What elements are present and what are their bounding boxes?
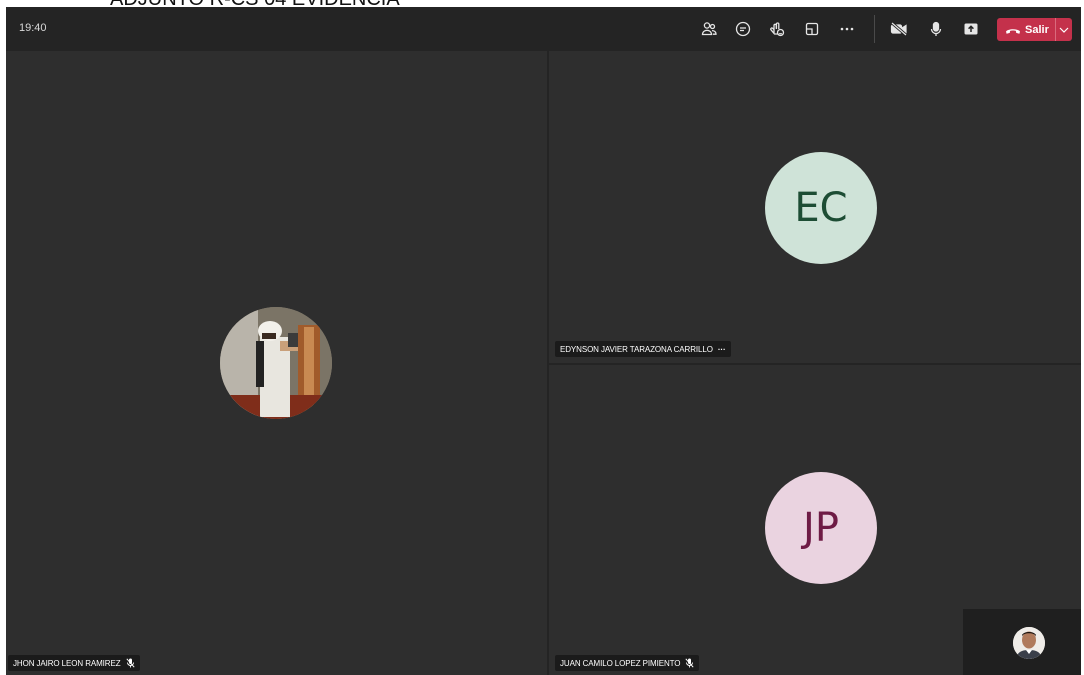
participant-nameplate: EDYNSON JAVIER TARAZONA CARRILLO ··· bbox=[555, 341, 731, 357]
chevron-down-icon bbox=[1059, 27, 1069, 33]
avatar-initials: EC bbox=[794, 185, 848, 231]
participants-icon[interactable] bbox=[698, 18, 720, 40]
more-options-icon[interactable] bbox=[836, 18, 858, 40]
self-view-tile[interactable] bbox=[963, 609, 1081, 675]
reactions-icon[interactable] bbox=[766, 18, 788, 40]
meeting-clock: 19:40 bbox=[19, 22, 47, 34]
participant-photo-avatar bbox=[220, 307, 332, 419]
participant-nameplate: JUAN CAMILO LOPEZ PIMIENTO bbox=[555, 655, 700, 671]
toolbar-divider bbox=[874, 15, 875, 43]
avatar-initials: JP bbox=[803, 505, 839, 551]
more-options-icon[interactable]: ··· bbox=[718, 345, 726, 354]
phone-icon bbox=[1006, 28, 1020, 34]
leave-button[interactable]: Salir bbox=[997, 18, 1072, 41]
participant-name: JHON JAIRO LEON RAMIREZ bbox=[13, 658, 121, 668]
muted-mic-icon bbox=[125, 658, 135, 668]
participant-name: JUAN CAMILO LOPEZ PIMIENTO bbox=[560, 658, 681, 668]
rooms-icon[interactable] bbox=[801, 18, 823, 40]
microphone-icon[interactable] bbox=[925, 18, 947, 40]
muted-mic-icon bbox=[685, 658, 694, 668]
share-tray-icon[interactable] bbox=[960, 18, 982, 40]
camera-off-icon[interactable] bbox=[888, 18, 910, 40]
chat-icon[interactable] bbox=[732, 18, 754, 40]
self-photo-avatar bbox=[1013, 627, 1045, 659]
initials-avatar: JP bbox=[765, 472, 877, 584]
leave-options-button[interactable] bbox=[1056, 18, 1072, 41]
leave-label: Salir bbox=[1025, 23, 1049, 36]
meeting-toolbar: 19:40 Salir bbox=[6, 7, 1081, 51]
teams-meeting-window: 19:40 Salir JHON JAIRO LEON RAMIREZ EC E… bbox=[6, 7, 1081, 675]
participant-nameplate: JHON JAIRO LEON RAMIREZ bbox=[8, 655, 140, 671]
participant-name: EDYNSON JAVIER TARAZONA CARRILLO bbox=[560, 344, 713, 354]
participant-tile-jhon[interactable]: JHON JAIRO LEON RAMIREZ bbox=[6, 51, 547, 675]
participant-tile-edynson[interactable]: EC EDYNSON JAVIER TARAZONA CARRILLO ··· bbox=[549, 51, 1081, 363]
initials-avatar: EC bbox=[765, 152, 877, 264]
leave-main-button[interactable]: Salir bbox=[997, 18, 1055, 41]
